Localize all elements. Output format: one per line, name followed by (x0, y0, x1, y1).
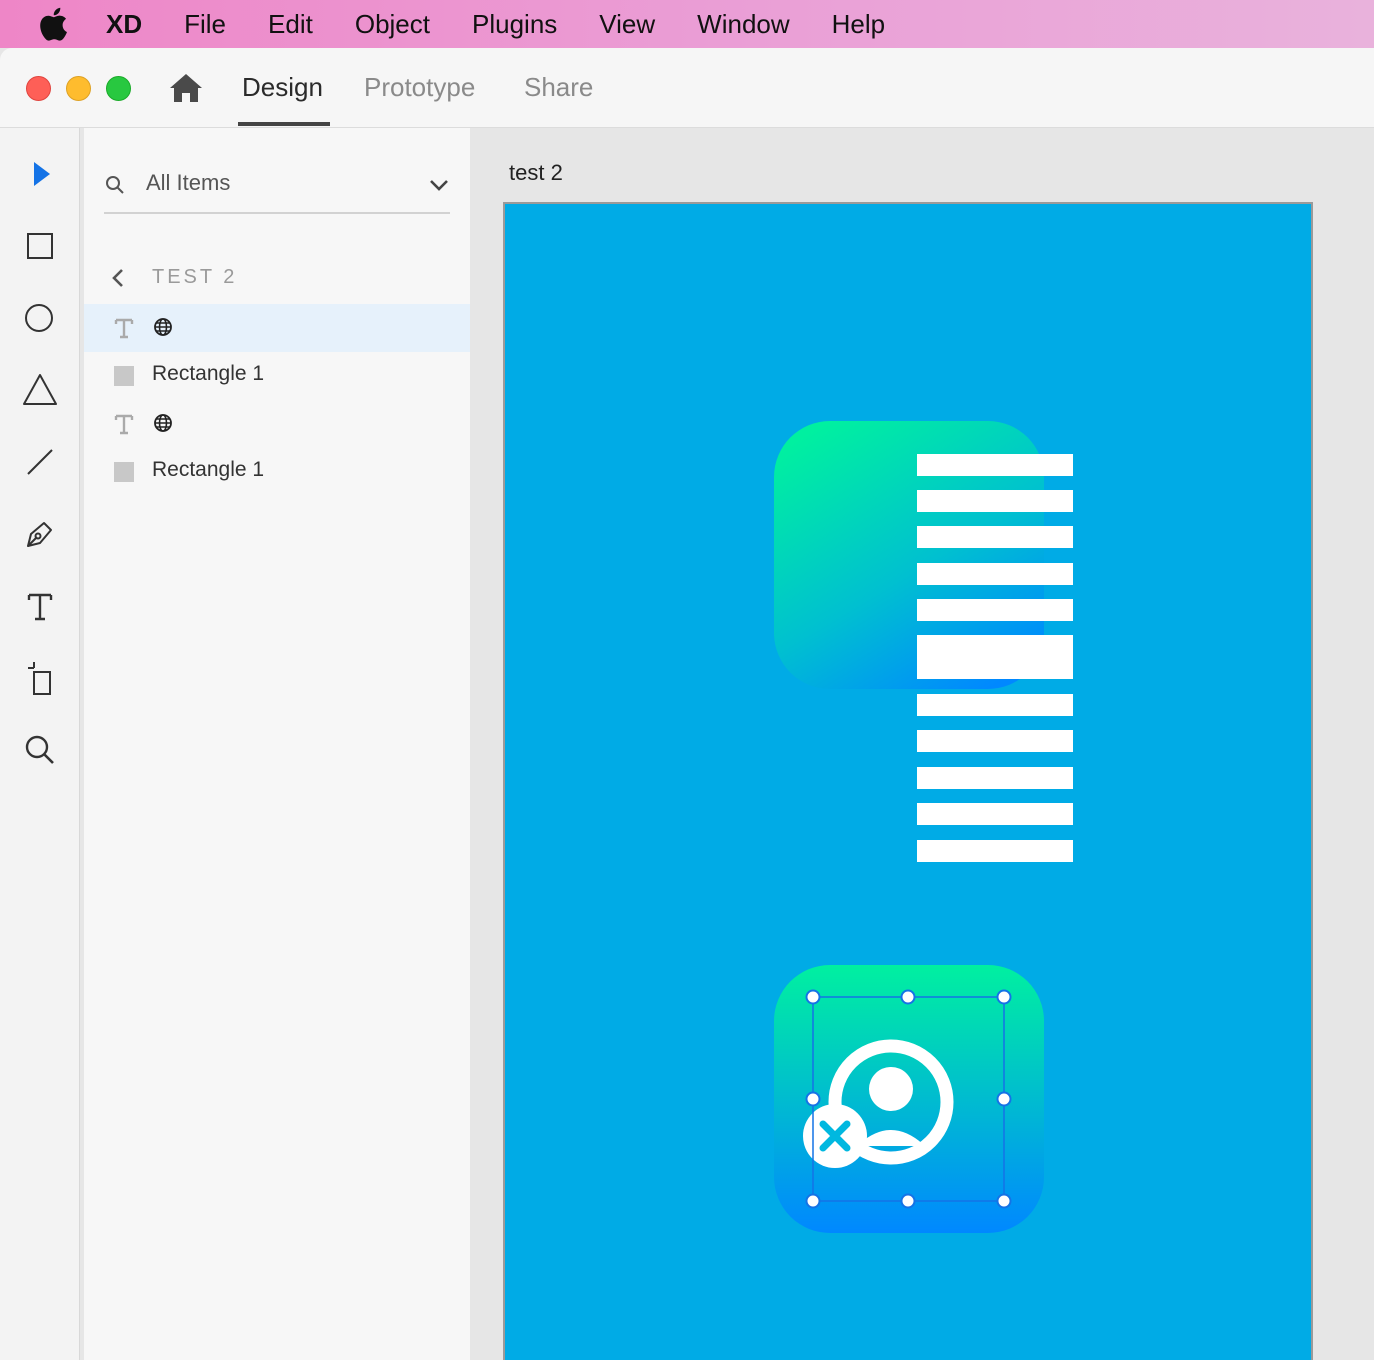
artboard-label[interactable]: test 2 (509, 160, 563, 186)
minimize-window-button[interactable] (66, 76, 91, 101)
rectangle-layer-icon (114, 366, 134, 386)
menu-bar: XD File Edit Object Plugins View Window … (0, 0, 1374, 48)
ellipse-icon (25, 304, 53, 332)
tab-design[interactable]: Design (242, 72, 323, 103)
menu-view[interactable]: View (599, 9, 655, 40)
search-icon (106, 176, 124, 194)
close-window-button[interactable] (26, 76, 51, 101)
artboard[interactable] (503, 202, 1313, 1360)
layers-filter[interactable]: All Items (104, 164, 450, 214)
menu-plugins[interactable]: Plugins (472, 9, 557, 40)
magnifier-icon (25, 735, 54, 764)
menu-help[interactable]: Help (832, 9, 885, 40)
breadcrumb-artboard-name: TEST 2 (152, 266, 238, 288)
text-icon (27, 593, 53, 621)
pen-tool[interactable] (16, 510, 64, 558)
menu-window[interactable]: Window (697, 9, 789, 40)
active-tab-indicator (238, 122, 330, 126)
filter-label: All Items (146, 170, 231, 195)
menu-file[interactable]: File (184, 9, 226, 40)
menu-object[interactable]: Object (355, 9, 430, 40)
apple-icon[interactable] (38, 7, 68, 41)
text-layer-icon (114, 414, 134, 435)
tab-prototype[interactable]: Prototype (364, 72, 475, 103)
chevron-left-icon[interactable] (108, 266, 128, 290)
select-arrow-icon (34, 162, 50, 186)
globe-icon (154, 414, 172, 432)
menu-app-xd[interactable]: XD (106, 9, 142, 40)
line-icon (27, 449, 53, 475)
design-canvas[interactable]: test 2 (470, 128, 1374, 1360)
text-layer-icon (114, 318, 134, 339)
menu-edit[interactable]: Edit (268, 9, 313, 40)
pen-icon (27, 522, 52, 547)
rectangle-icon (27, 233, 53, 259)
select-tool[interactable] (16, 150, 64, 198)
home-icon[interactable] (168, 72, 204, 104)
artboard-tool[interactable] (16, 654, 64, 702)
ellipse-tool[interactable] (16, 294, 64, 342)
layer-row-text-2[interactable] (84, 400, 470, 448)
layer-row-rectangle-2[interactable]: Rectangle 1 (84, 448, 470, 496)
window-title-bar: Design Prototype Share (0, 48, 1374, 128)
triangle-icon (23, 374, 57, 405)
layer-name: Rectangle 1 (152, 458, 265, 481)
artboard-icon (28, 662, 51, 695)
tools-toolbar (0, 128, 80, 1360)
app-icon-bottom[interactable] (774, 965, 1044, 1233)
zoom-tool[interactable] (16, 726, 64, 774)
app-icon-top[interactable] (774, 421, 1073, 862)
line-tool[interactable] (16, 438, 64, 486)
polygon-tool[interactable] (16, 366, 64, 414)
layer-row-text-1[interactable] (84, 304, 470, 352)
rectangle-tool[interactable] (16, 222, 64, 270)
artboard-content (774, 421, 1073, 1233)
zoom-window-button[interactable] (106, 76, 131, 101)
chevron-down-icon[interactable] (428, 174, 450, 196)
rectangle-layer-icon (114, 462, 134, 482)
layer-row-rectangle-1[interactable]: Rectangle 1 (84, 352, 470, 400)
layers-panel: All Items TEST 2 Rectangle 1 Rectangle 1 (84, 128, 470, 1360)
text-tool[interactable] (16, 582, 64, 630)
layer-name: Rectangle 1 (152, 362, 265, 385)
globe-icon (154, 318, 172, 336)
tab-share[interactable]: Share (524, 72, 593, 103)
